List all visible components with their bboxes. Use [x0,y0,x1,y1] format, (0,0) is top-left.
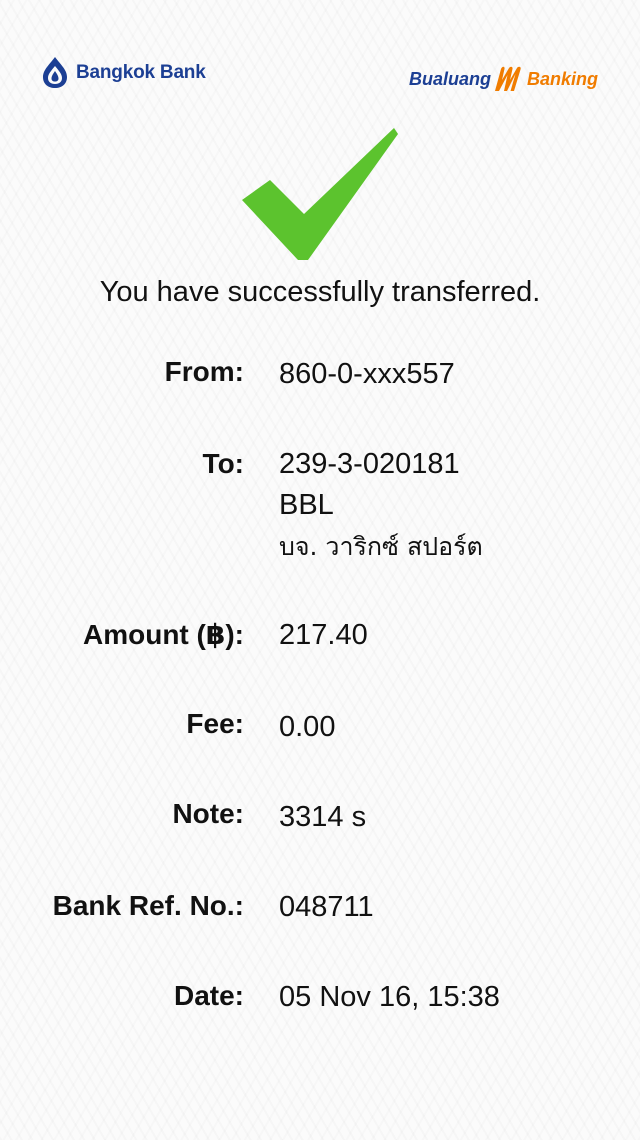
date-value: 05 Nov 16, 15:38 [279,981,500,1013]
note-value: 3314 s [279,801,367,833]
to-bank: BBL [279,489,334,521]
fee-value: 0.00 [279,711,336,743]
date-label: Date: [173,980,244,1011]
to-value: 239-3-020181 BBL บจ. วาริกซ์ สปอร์ต [279,444,483,567]
checkmark-icon [240,126,402,262]
to-label: To: [202,448,244,479]
amount-value: 217.40 [279,619,368,651]
to-account: 239-3-020181 [279,448,460,480]
success-message: You have successfully transferred. [99,276,541,308]
from-label: From: [164,356,244,387]
fee-label: Fee: [186,708,244,739]
bank-name: Bangkok Bank [76,62,206,83]
note-label: Note: [172,798,244,829]
amount-label: Amount (฿): [83,619,244,650]
m-banking-m-icon [492,64,526,94]
app-name-left: Bualuang [408,68,491,89]
header: Bangkok Bank Bualuang Banking [0,0,640,110]
bangkok-bank-logo: Bangkok Bank [40,56,206,90]
from-value: 860-0-xxx557 [279,358,455,390]
to-name: บจ. วาริกซ์ สปอร์ต [279,532,483,561]
bank-ref-label: Bank Ref. No.: [52,890,244,921]
bank-ref-value: 048711 [279,891,374,923]
app-name-right: Banking [526,68,598,89]
bangkok-bank-lotus-icon [40,56,70,90]
bualuang-m-banking-logo: Bualuang Banking [409,64,598,94]
